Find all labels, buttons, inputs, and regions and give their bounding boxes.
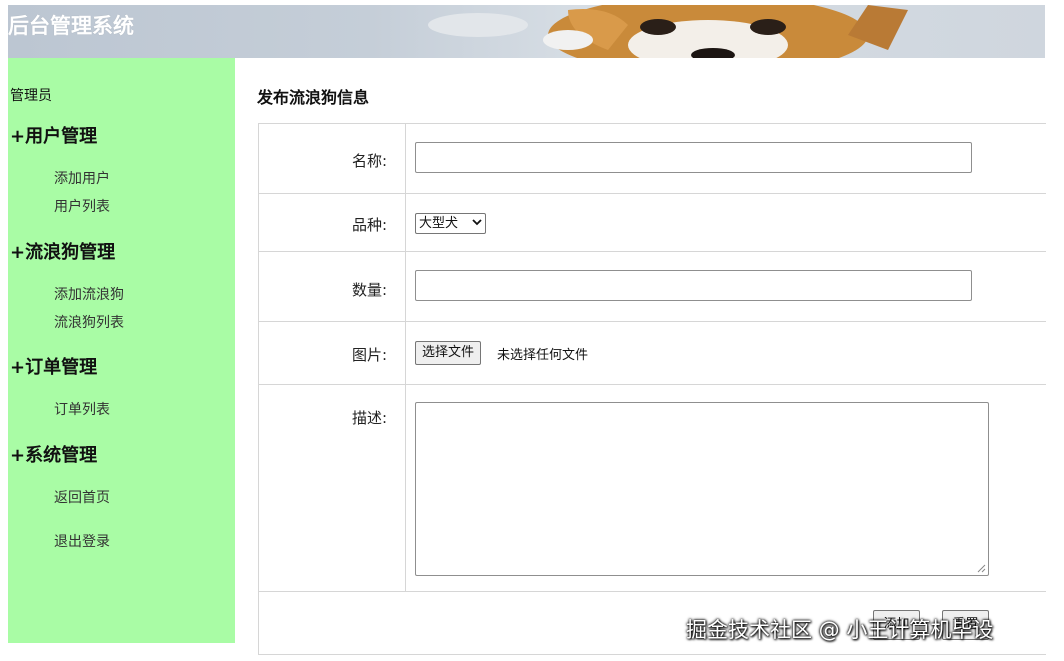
breed-select[interactable]: 大型犬 [415,213,486,234]
form-row-divider [259,591,1046,592]
image-label: 图片: [351,346,387,364]
description-textarea[interactable] [415,402,989,576]
dog-info-form: 名称: 品种: 大型犬 数量: 图片: 选择文件 未选择任何文件 描述: 添加 … [258,123,1046,655]
choose-file-button[interactable]: 选择文件 [415,341,482,365]
chevron-down-icon [472,219,482,226]
sidebar-item-user-list[interactable]: 用户列表 [54,196,110,216]
sidebar-group-order-management[interactable]: +订单管理 [10,353,97,379]
sidebar-group-user-management[interactable]: +用户管理 [10,122,97,148]
header-banner: 后台管理系统 [8,5,1045,58]
quantity-input[interactable] [415,270,972,301]
sidebar-item-logout[interactable]: 退出登录 [54,531,110,551]
form-row-divider [259,384,1046,385]
form-row-divider [259,251,1046,252]
resize-grip-icon[interactable] [976,563,986,573]
sidebar: 管理员 +用户管理 添加用户 用户列表 +流浪狗管理 添加流浪狗 流浪狗列表 +… [8,58,235,643]
sidebar-item-add-user[interactable]: 添加用户 [54,168,110,188]
watermark-text: 掘金技术社区 @ 小王计算机毕设 [686,618,994,642]
description-label: 描述: [351,409,387,427]
breed-label: 品种: [351,216,387,234]
form-row-divider [259,193,1046,194]
app-title: 后台管理系统 [8,14,134,38]
sidebar-item-home[interactable]: 返回首页 [54,487,110,507]
form-row-divider [259,321,1046,322]
name-label: 名称: [351,152,387,170]
sidebar-group-dog-management[interactable]: +流浪狗管理 [10,238,115,264]
breed-select-value: 大型犬 [419,216,459,231]
quantity-label: 数量: [351,281,387,299]
sidebar-item-order-list[interactable]: 订单列表 [54,399,110,419]
name-input[interactable] [415,142,972,173]
dog-banner-image [428,5,908,58]
sidebar-item-add-dog[interactable]: 添加流浪狗 [54,284,124,304]
sidebar-group-system-management[interactable]: +系统管理 [10,441,97,467]
sidebar-role-label: 管理员 [10,88,52,104]
form-column-divider [405,124,406,591]
page-title: 发布流浪狗信息 [257,88,370,107]
sidebar-item-dog-list[interactable]: 流浪狗列表 [54,312,124,332]
file-status-text: 未选择任何文件 [497,348,589,363]
